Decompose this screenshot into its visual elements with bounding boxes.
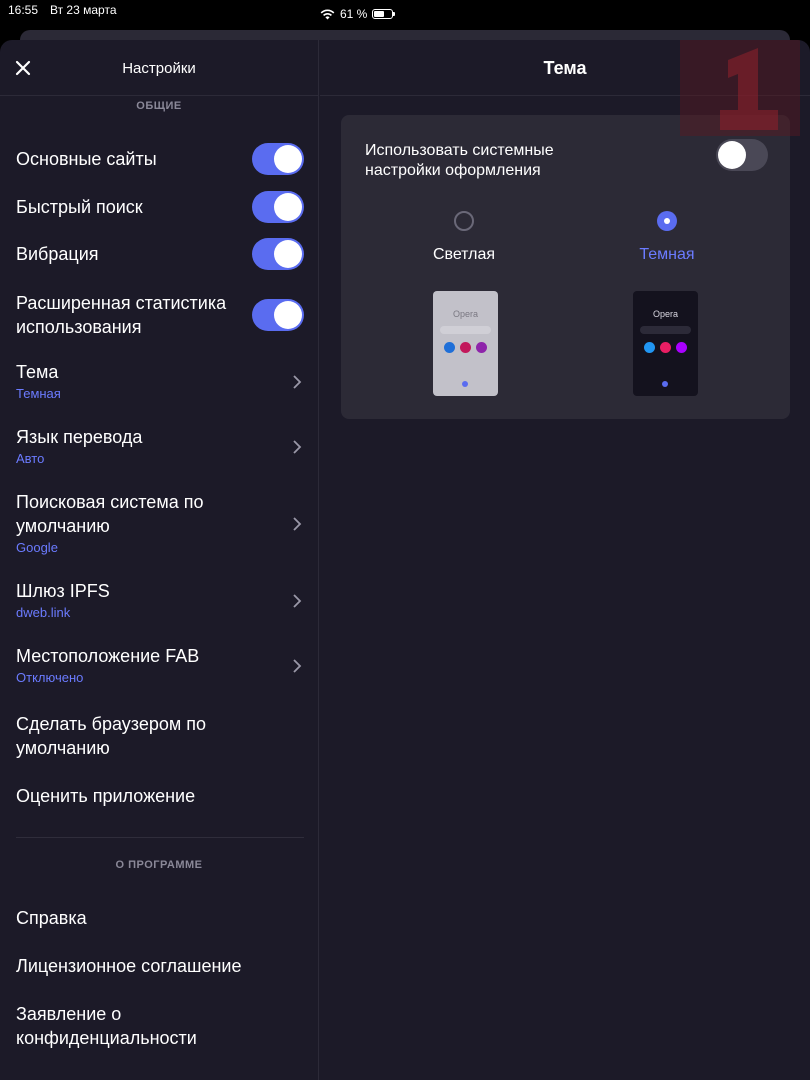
preview-logo-text: Opera <box>652 309 678 319</box>
nav-value: Отключено <box>16 670 84 685</box>
nav-label: Тема <box>16 362 59 382</box>
wifi-icon <box>320 9 335 19</box>
light-theme-preview[interactable]: Opera <box>433 291 498 396</box>
toggle-row-quick-search: Быстрый поиск <box>16 191 304 223</box>
section-divider <box>16 837 304 838</box>
light-theme-radio[interactable] <box>454 211 474 231</box>
sidebar-header: Настройки <box>0 40 318 96</box>
settings-sidebar: Настройки ОБЩИЕ Основные сайты Быстрый п… <box>0 40 319 1080</box>
status-right: 61 % <box>320 3 810 25</box>
theme-panel: Тема Использовать системные настройки оф… <box>320 40 810 1080</box>
toggle-row-main-sites: Основные сайты <box>16 143 304 175</box>
nav-label: Шлюз IPFS <box>16 581 110 601</box>
section-general-title: ОБЩИЕ <box>136 100 182 112</box>
chevron-right-icon <box>293 440 302 454</box>
chevron-right-icon <box>293 659 302 673</box>
theme-card: Использовать системные настройки оформле… <box>341 115 790 419</box>
preview-search-bar <box>640 326 691 334</box>
dark-theme-preview[interactable]: Opera <box>633 291 698 396</box>
action-label: Сделать браузером по умолчанию <box>16 714 207 758</box>
battery-icon <box>372 9 396 19</box>
license-agreement-item[interactable]: Лицензионное соглашение <box>16 954 304 978</box>
status-bar: 16:55 Вт 23 марта 61 % <box>0 0 810 22</box>
main-sites-toggle[interactable] <box>252 143 304 175</box>
sidebar-title: Настройки <box>122 60 196 77</box>
light-theme-label[interactable]: Светлая <box>404 246 524 264</box>
toggle-row-extended-stats: Расширенная статистика использования <box>16 291 304 341</box>
set-default-browser-item[interactable]: Сделать браузером по умолчанию <box>16 712 304 760</box>
status-date: Вт 23 марта <box>50 3 117 17</box>
nav-label: Местоположение FAB <box>16 646 200 666</box>
toggle-row-vibration: Вибрация <box>16 238 304 270</box>
about-label: Справка <box>16 908 87 928</box>
preview-search-bar <box>440 326 491 334</box>
preview-logo-text: Opera <box>452 309 478 319</box>
action-label: Оценить приложение <box>16 786 196 806</box>
nav-value: Авто <box>16 451 45 466</box>
sidebar-item-theme[interactable]: Тема Темная <box>16 360 304 406</box>
dark-theme-label[interactable]: Темная <box>607 246 727 264</box>
sidebar-item-search-engine[interactable]: Поисковая система по умолчанию Google <box>16 490 304 560</box>
rate-app-item[interactable]: Оценить приложение <box>16 784 304 808</box>
channel-logo-watermark <box>680 40 800 136</box>
sidebar-item-fab-location[interactable]: Местоположение FAB Отключено <box>16 644 304 690</box>
preview-page-dot <box>662 381 668 387</box>
privacy-statement-item[interactable]: Заявление о конфиденциальности <box>16 1002 304 1050</box>
system-theme-label: Использовать системные настройки оформле… <box>365 142 554 179</box>
preview-dots <box>633 342 698 353</box>
toggle-label: Расширенная статистика использования <box>16 293 227 337</box>
about-label: Лицензионное соглашение <box>16 956 242 976</box>
vibration-toggle[interactable] <box>252 238 304 270</box>
battery-percent: 61 % <box>340 7 368 21</box>
sidebar-item-ipfs-gateway[interactable]: Шлюз IPFS dweb.link <box>16 579 304 625</box>
sidebar-item-translation-language[interactable]: Язык перевода Авто <box>16 425 304 471</box>
dark-theme-radio[interactable] <box>657 211 677 231</box>
chevron-right-icon <box>293 375 302 389</box>
about-label: Заявление о конфиденциальности <box>16 1004 197 1048</box>
nav-value: dweb.link <box>16 605 71 620</box>
chevron-right-icon <box>293 594 302 608</box>
help-item[interactable]: Справка <box>16 906 304 930</box>
extended-stats-toggle[interactable] <box>252 299 304 331</box>
chevron-right-icon <box>293 517 302 531</box>
nav-label: Язык перевода <box>16 427 143 447</box>
preview-page-dot <box>462 381 468 387</box>
preview-dots <box>433 342 498 353</box>
system-theme-toggle[interactable] <box>716 139 768 171</box>
section-about-title: О ПРОГРАММЕ <box>115 859 203 871</box>
status-time: 16:55 <box>8 3 39 17</box>
quick-search-toggle[interactable] <box>252 191 304 223</box>
settings-modal: Настройки ОБЩИЕ Основные сайты Быстрый п… <box>0 40 810 1080</box>
nav-value: Google <box>16 540 58 555</box>
nav-value: Темная <box>16 386 61 401</box>
nav-label: Поисковая система по умолчанию <box>16 492 204 536</box>
